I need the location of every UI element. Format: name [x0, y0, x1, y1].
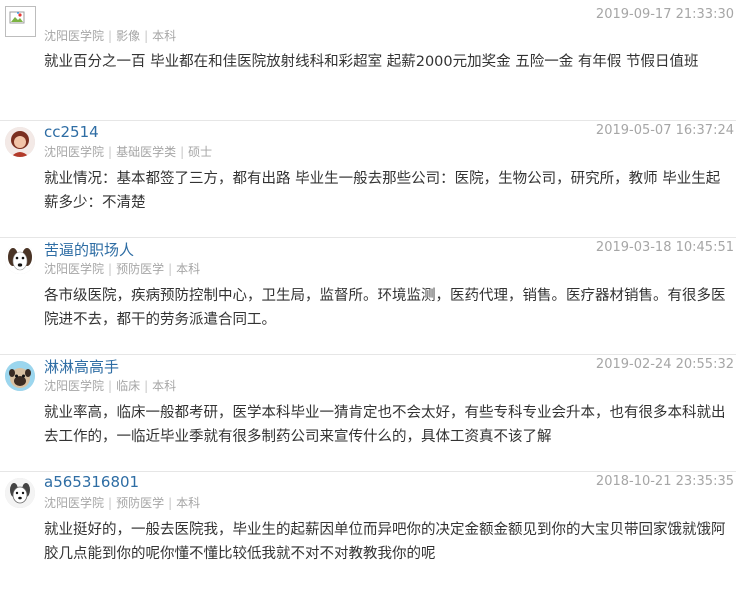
comment-content: 各市级医院，疾病预防控制中心，卫生局，监督所。环境监测，医药代理，销售。医疗器材… [44, 288, 726, 328]
comment-item: 苦逼的职场人 沈阳医学院 | 预防医学 | 本科 2019-03-18 10:45:51… [0, 238, 736, 355]
degree-label: 本科 [176, 262, 201, 276]
separator: | [108, 145, 113, 159]
school-label: 沈阳医学院 [44, 29, 105, 43]
comment-meta: 沈阳医学院 | 基础医学类 | 硕士 [44, 143, 212, 160]
username-link[interactable]: cc2514 [44, 123, 99, 141]
comment-list: 沈阳医学院 | 影像 | 本科 2019-09-17 21:33:30 就业百分之一百 … [0, 4, 736, 589]
major-label: 影像 [116, 29, 141, 43]
degree-label: 本科 [152, 29, 177, 43]
comment-content: 就业百分之一百 毕业都在和佳医院放射线科和彩超室 起薪2000元加奖金 五险一金… [44, 54, 699, 70]
comment-content: 就业率高，临床一般都考研，医学本科毕业一猜肯定也不会太好，有些专科专业会升本，也… [44, 405, 726, 445]
school-label: 沈阳医学院 [44, 379, 105, 393]
username-link[interactable]: 苦逼的职场人 [44, 239, 134, 260]
user-avatar-icon[interactable] [5, 127, 35, 157]
pug-avatar-icon[interactable] [5, 361, 35, 391]
degree-label: 硕士 [188, 145, 213, 159]
comment-item: a565316801 沈阳医学院 | 预防医学 | 本科 2018-10-21 23:3… [0, 472, 736, 589]
dog-avatar-icon[interactable] [5, 244, 35, 274]
comment-content: 就业情况：基本都签了三方，都有出路 毕业生一般去那些公司：医院，生物公司，研究所… [44, 171, 721, 211]
major-label: 临床 [116, 379, 141, 393]
comment-meta: 沈阳医学院 | 预防医学 | 本科 [44, 260, 200, 277]
major-label: 基础医学类 [116, 145, 177, 159]
comment-meta: 沈阳医学院 | 临床 | 本科 [44, 377, 176, 394]
separator: | [180, 145, 185, 159]
major-label: 预防医学 [116, 496, 165, 510]
broken-image-icon[interactable] [5, 6, 36, 37]
school-label: 沈阳医学院 [44, 145, 105, 159]
comment-time: 2019-02-24 20:55:32 [595, 357, 734, 372]
separator: | [108, 262, 113, 276]
separator: | [168, 262, 173, 276]
comment-time: 2019-05-07 16:37:24 [595, 123, 734, 138]
comment-time: 2019-03-18 10:45:51 [595, 240, 734, 255]
comment-item: 沈阳医学院 | 影像 | 本科 2019-09-17 21:33:30 就业百分之一百 … [0, 4, 736, 121]
separator: | [108, 496, 113, 510]
school-label: 沈阳医学院 [44, 262, 105, 276]
major-label: 预防医学 [116, 262, 165, 276]
separator: | [144, 29, 149, 43]
comment-meta: 沈阳医学院 | 预防医学 | 本科 [44, 494, 200, 511]
dog-sketch-avatar-icon[interactable] [5, 478, 35, 508]
username-link[interactable]: a565316801 [44, 473, 139, 491]
separator: | [108, 379, 113, 393]
degree-label: 本科 [152, 379, 177, 393]
degree-label: 本科 [176, 496, 201, 510]
comment-time: 2018-10-21 23:35:35 [595, 474, 734, 489]
comment-item: 淋淋高高手 沈阳医学院 | 临床 | 本科 2019-02-24 20:55:32 就业… [0, 355, 736, 472]
separator: | [168, 496, 173, 510]
separator: | [144, 379, 149, 393]
school-label: 沈阳医学院 [44, 496, 105, 510]
comment-item: cc2514 沈阳医学院 | 基础医学类 | 硕士 2019-05-07 16:37:2… [0, 121, 736, 238]
comment-content: 就业挺好的，一般去医院我，毕业生的起薪因单位而异吧你的决定金额金额见到你的大宝贝… [44, 522, 726, 562]
comment-meta: 沈阳医学院 | 影像 | 本科 [44, 27, 176, 44]
username-link[interactable]: 淋淋高高手 [44, 356, 119, 377]
separator: | [108, 29, 113, 43]
comment-time: 2019-09-17 21:33:30 [595, 7, 734, 22]
